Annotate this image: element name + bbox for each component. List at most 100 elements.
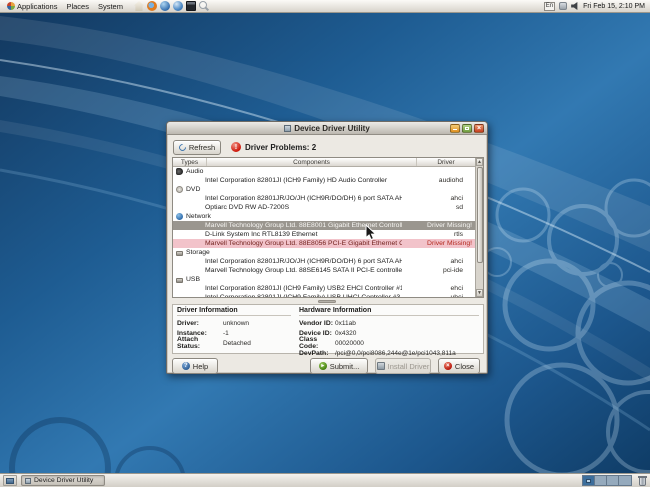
menu-places[interactable]: Places [62,0,93,12]
menu-places-label: Places [66,2,89,11]
device-row[interactable]: Intel Corporation 82801JI (ICH9 Family) … [173,284,483,293]
maximize-button[interactable] [462,124,472,133]
driver-name: pci-ide [402,267,474,274]
window-title: Device Driver Utility [294,124,370,133]
device-row[interactable]: Intel Corporation 82801JI (ICH9 Family) … [173,293,483,297]
mouse-cursor [365,224,377,241]
component-name: Intel Corporation 82801JR/JO/JH (ICH9R/D… [173,258,402,265]
package-manager-icon[interactable] [173,1,183,11]
notification-tray-icon[interactable] [559,2,567,10]
device-table-body: Audio Intel Corporation 82801JI (ICH9 Fam… [173,167,483,297]
table-header: Types Components Driver [173,158,483,167]
workspace-3[interactable] [607,476,619,485]
home-icon[interactable] [134,1,144,11]
search-icon[interactable] [199,1,209,11]
refresh-icon [177,142,187,152]
column-header-types[interactable]: Types [173,158,207,166]
minimize-button[interactable] [450,124,460,133]
close-button[interactable]: Close [438,358,480,374]
device-row[interactable]: D-Link System Inc RTL8139 Ethernetrtls [173,230,483,239]
submit-button[interactable]: Submit... [310,358,368,374]
install-driver-icon [377,362,385,370]
info-panel: Driver Information Driver:unknownInstanc… [172,304,484,354]
field-value: 00020000 [335,340,364,347]
taskbar-window-button[interactable]: Device Driver Utility [21,475,105,486]
category-label: USB [186,276,200,283]
info-field-row: Vendor ID:0x11ab [299,318,483,328]
info-field-row: Driver:unknown [177,318,295,328]
keyboard-layout-indicator[interactable]: En [544,2,555,11]
category-row-storage[interactable]: Storage [173,248,483,257]
hardware-information-section: Hardware Information Vendor ID:0x11abDev… [295,305,483,353]
field-value: unknown [223,320,249,327]
refresh-button[interactable]: Refresh [173,140,221,155]
component-name: Marvell Technology Group Ltd. 88E8056 PC… [173,240,402,247]
submit-icon [319,362,327,370]
workspace-2[interactable] [595,476,607,485]
component-name: Intel Corporation 82801JI (ICH9 Family) … [173,177,402,184]
menu-applications[interactable]: Applications [3,0,61,12]
component-name: Marvell Technology Group Ltd. 88SE6145 S… [173,267,402,274]
field-value: 0x4320 [335,330,356,337]
audio-category-icon [176,168,183,175]
driver-information-section: Driver Information Driver:unknownInstanc… [173,305,295,353]
thunderbird-icon[interactable] [160,1,170,11]
component-name: Intel Corporation 82801JI (ICH9 Family) … [173,294,402,297]
usb-category-icon [176,278,183,283]
category-row-network[interactable]: Network [173,212,483,221]
show-desktop-button[interactable] [3,475,17,486]
task-window-label: Device Driver Utility [34,477,93,484]
help-button[interactable]: Help [172,358,218,374]
info-field-row: Class Code:00020000 [299,338,483,348]
scroll-down-button[interactable]: ▼ [476,289,483,297]
category-row-usb[interactable]: USB [173,275,483,284]
panel-tray: En Fri Feb 15, 2:10 PM [544,2,647,11]
show-desktop-icon [6,478,14,484]
device-row[interactable]: Marvell Technology Group Ltd. 88SE6145 S… [173,266,483,275]
network-category-icon [176,213,183,220]
install-driver-button[interactable]: Install Driver [375,358,431,374]
driver-name: Driver Missing! [402,222,474,229]
error-icon [231,142,241,152]
device-row[interactable]: Intel Corporation 82801JR/JO/JH (ICH9R/D… [173,194,483,203]
scrollbar-thumb[interactable] [477,167,483,263]
category-row-audio[interactable]: Audio [173,167,483,176]
terminal-icon[interactable] [186,1,196,11]
device-row[interactable]: Marvell Technology Group Ltd. 88E8056 PC… [173,239,483,248]
pane-splitter[interactable] [172,299,482,303]
vertical-scrollbar[interactable]: ▲ ▼ [475,158,483,297]
scroll-up-button[interactable]: ▲ [476,158,483,166]
category-label: Audio [186,168,203,175]
category-label: DVD [186,186,200,193]
top-panel: Applications Places System En Fri Feb 15… [0,0,650,13]
device-row[interactable]: Marvell Technology Group Ltd. 88E8001 Gi… [173,221,483,230]
column-header-components[interactable]: Components [207,158,417,166]
hardware-information-title: Hardware Information [299,307,479,316]
menu-system[interactable]: System [94,0,127,12]
clock[interactable]: Fri Feb 15, 2:10 PM [583,3,645,10]
info-field-row: Attach Status:Detached [177,338,295,348]
field-value: 0x11ab [335,320,356,327]
category-row-dvd[interactable]: DVD [173,185,483,194]
submit-label: Submit... [330,362,360,371]
column-header-driver[interactable]: Driver [417,158,475,166]
field-value: -1 [223,330,229,337]
dialog-button-row: Help Submit... Install Driver Close [172,358,480,374]
component-name: Intel Corporation 82801JI (ICH9 Family) … [173,285,402,292]
trash-icon[interactable] [638,475,647,486]
driver-information-title: Driver Information [177,307,291,316]
driver-name: ahci [402,195,474,202]
component-name: Intel Corporation 82801JR/JO/JH (ICH9R/D… [173,195,402,202]
workspace-1[interactable] [583,476,595,485]
device-row[interactable]: Intel Corporation 82801JI (ICH9 Family) … [173,176,483,185]
field-label: Driver: [177,320,223,327]
firefox-icon[interactable] [147,1,157,11]
window-titlebar[interactable]: Device Driver Utility [167,122,487,135]
workspace-switcher [582,475,632,486]
close-window-button[interactable] [474,124,484,133]
volume-icon[interactable] [571,2,579,10]
menu-system-label: System [98,2,123,11]
device-row[interactable]: Optiarc DVD RW AD-7200Ssd [173,203,483,212]
workspace-4[interactable] [619,476,631,485]
device-row[interactable]: Intel Corporation 82801JR/JO/JH (ICH9R/D… [173,257,483,266]
